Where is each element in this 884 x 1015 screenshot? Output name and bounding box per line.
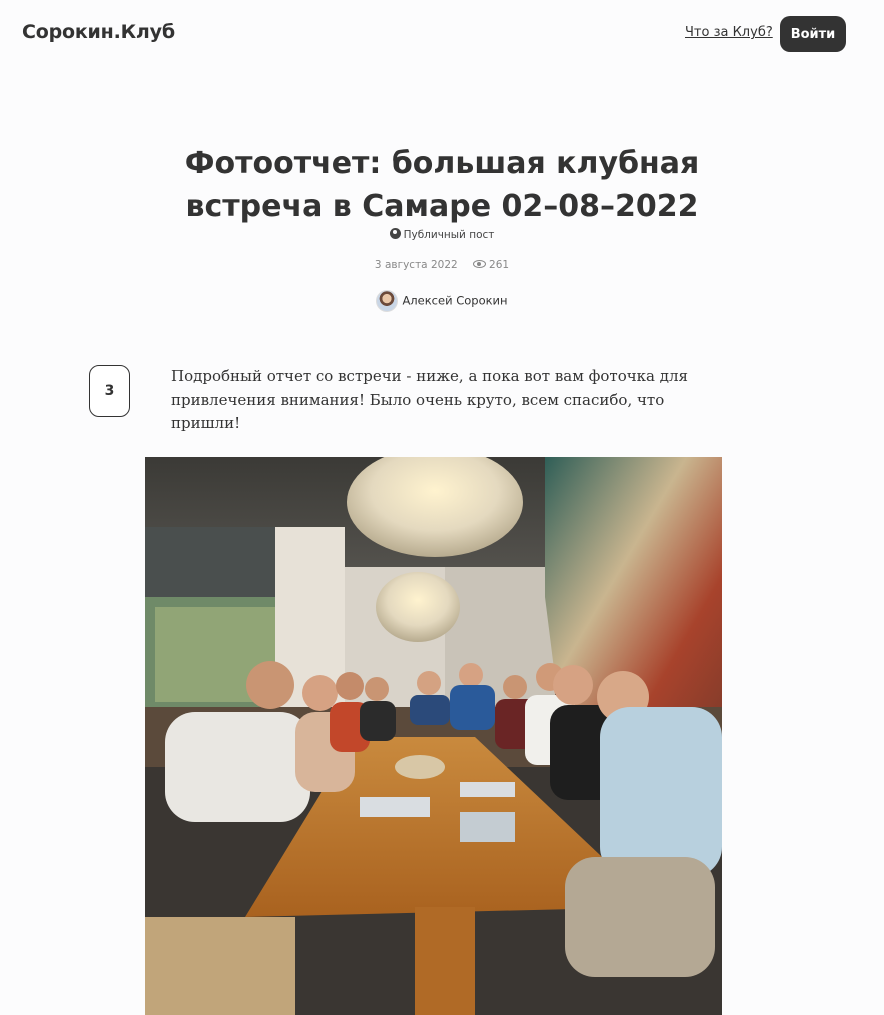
site-logo[interactable]: Сорокин.Клуб bbox=[22, 21, 175, 43]
about-club-link[interactable]: Что за Клуб? bbox=[685, 25, 773, 40]
post-visibility: Публичный пост bbox=[0, 228, 884, 241]
author-name[interactable]: Алексей Сорокин bbox=[402, 294, 507, 308]
post-meta: 3 августа 2022 261 bbox=[0, 259, 884, 271]
post-date: 3 августа 2022 bbox=[374, 259, 458, 271]
eye-icon bbox=[473, 260, 487, 268]
visibility-label: Публичный пост bbox=[403, 229, 495, 241]
avatar[interactable] bbox=[376, 290, 399, 312]
post-body: Подробный отчет со встречи - ниже, а пок… bbox=[171, 367, 688, 432]
view-count: 261 bbox=[489, 259, 510, 271]
login-button[interactable]: Войти bbox=[780, 16, 846, 52]
upvote-button[interactable]: 3 bbox=[89, 365, 130, 417]
post-title: Фотоотчет: большая клубная встреча в Сам… bbox=[184, 146, 700, 224]
globe-icon bbox=[389, 228, 401, 239]
site-header: Сорокин.Клуб Что за Клуб? Войти bbox=[0, 0, 884, 68]
post-author[interactable]: Алексей Сорокин bbox=[0, 290, 884, 312]
group-photo-image bbox=[145, 457, 722, 1015]
post-photo bbox=[145, 457, 722, 1015]
